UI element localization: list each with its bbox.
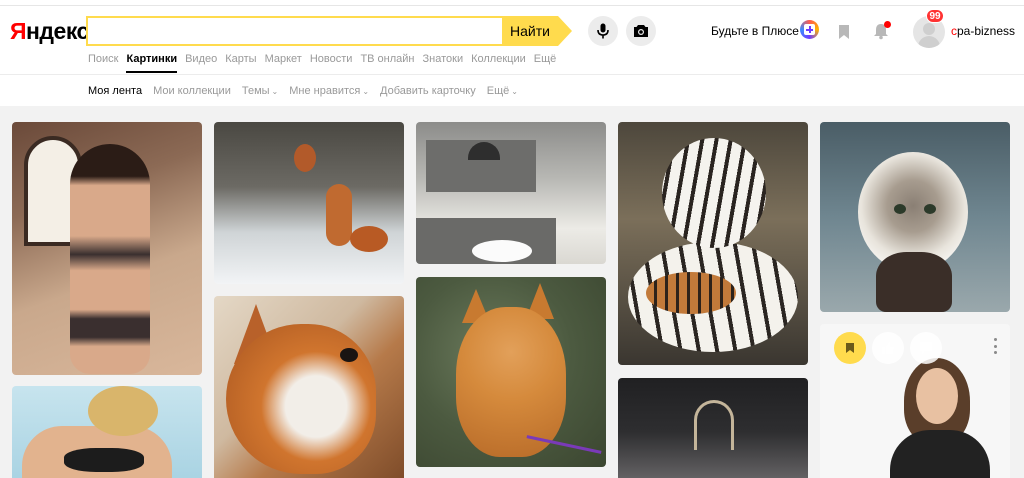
logo-rest: ндекс (26, 18, 89, 44)
feed-card-kitchen[interactable] (416, 122, 606, 264)
subnav-my-feed-label: Моя лента (88, 85, 143, 97)
image-search-button[interactable] (626, 16, 656, 46)
more-vertical-icon[interactable] (992, 338, 998, 354)
feed-card-woman-in-bikini[interactable] (12, 386, 202, 478)
comment-icon (920, 342, 932, 354)
chevron-down-icon: ⌄ (362, 86, 370, 96)
plus-subscription-link[interactable]: Будьте в Плюсе (711, 24, 799, 38)
feed-card-kitten[interactable] (416, 277, 606, 467)
feed-card-fluffy-kitten[interactable] (820, 122, 1010, 312)
comment-button[interactable] (910, 332, 942, 364)
username-link[interactable]: cpa-bizness (951, 24, 1015, 38)
card-image (618, 378, 808, 478)
service-tab-video[interactable]: Видео (185, 53, 217, 65)
save-to-collection-button[interactable] (834, 332, 866, 364)
service-tab-tv[interactable]: ТВ онлайн (360, 53, 414, 65)
service-tab-maps[interactable]: Карты (225, 53, 256, 65)
plus-icon[interactable] (800, 20, 819, 39)
subnav-add-card[interactable]: Добавить карточку (380, 85, 476, 97)
subnav-add-card-label: Добавить карточку (380, 85, 476, 97)
microphone-icon (597, 23, 609, 39)
feed-card-woman-in-sweater[interactable] (820, 324, 1010, 478)
service-tab-search[interactable]: Поиск (88, 53, 118, 65)
service-tab-more[interactable]: Ещё (534, 53, 557, 65)
search-input[interactable] (88, 18, 502, 44)
subnav-more[interactable]: Ещё ⌄ (487, 85, 518, 97)
collections-subnav: Моя лента Мои коллекции Темы ⌄ Мне нравит… (88, 85, 529, 97)
search-button-arrow (558, 16, 572, 46)
card-image (214, 296, 404, 478)
subnav-topics[interactable]: Темы ⌄ (242, 85, 278, 97)
voice-search-button[interactable] (588, 16, 618, 46)
subnav-liked-label: Мне нравится (289, 85, 361, 97)
subnav-my-collections-label: Мои коллекции (153, 85, 231, 97)
thumbs-up-icon (882, 342, 894, 354)
card-image (820, 122, 1010, 312)
service-tab-znatoki[interactable]: Знатоки (423, 53, 464, 65)
card-image (12, 122, 202, 375)
bookmark-icon[interactable] (838, 24, 850, 40)
chevron-down-icon: ⌄ (511, 86, 518, 96)
service-tab-collections[interactable]: Коллекции (471, 53, 526, 65)
camera-icon (634, 25, 648, 37)
search-box (86, 16, 502, 46)
card-image (214, 122, 404, 284)
yandex-logo[interactable]: Яндекс (10, 18, 89, 45)
subnav-my-collections[interactable]: Мои коллекции (153, 85, 231, 97)
top-divider (0, 5, 1024, 6)
card-image (12, 386, 202, 478)
username-rest: pa-bizness (957, 24, 1016, 38)
feed-card-squirrels[interactable] (214, 122, 404, 284)
subnav-liked[interactable]: Мне нравится ⌄ (289, 85, 369, 97)
subnav-topics-label: Темы (241, 85, 270, 97)
notifications-count-badge: 99 (926, 9, 944, 23)
feed-card-woman-in-lingerie[interactable] (12, 122, 202, 375)
card-image (618, 122, 808, 365)
service-tab-market[interactable]: Маркет (265, 53, 302, 65)
image-feed (0, 106, 1024, 478)
like-button[interactable] (872, 332, 904, 364)
search-button[interactable]: Найти (502, 16, 558, 46)
subnav-more-label: Ещё (486, 85, 510, 97)
feed-card-fox[interactable] (214, 296, 404, 478)
feed-card-white-tiger[interactable] (618, 122, 808, 365)
card-image (416, 277, 606, 467)
service-tab-images[interactable]: Картинки (126, 53, 177, 73)
service-nav: Поиск Картинки Видео Карты Маркет Новост… (88, 53, 564, 73)
bookmark-icon (846, 343, 854, 353)
notification-dot (884, 21, 891, 28)
card-image (416, 122, 606, 264)
logo-first-letter: Я (10, 18, 27, 44)
chevron-down-icon: ⌄ (271, 86, 279, 96)
header-divider (0, 74, 1024, 75)
service-tab-news[interactable]: Новости (310, 53, 353, 65)
feed-card-handbag[interactable] (618, 378, 808, 478)
subnav-my-feed[interactable]: Моя лента (88, 85, 142, 97)
